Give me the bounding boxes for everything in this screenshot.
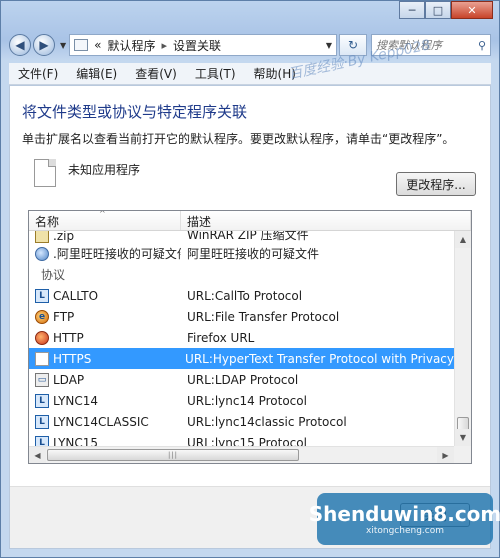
- control-panel-icon: [74, 39, 89, 51]
- list-item-description: URL:lync14classic Protocol: [187, 414, 347, 429]
- list-item-name: LYNC15: [53, 435, 99, 447]
- close-window-button[interactable]: ✕: [451, 1, 493, 19]
- list-item[interactable]: L LYNC14CLASSIC URL:lync14classic Protocol: [29, 411, 454, 432]
- scroll-down-icon[interactable]: ▼: [455, 429, 471, 446]
- menu-file[interactable]: 文件(F): [9, 65, 67, 82]
- list-item-name: LYNC14: [53, 393, 99, 408]
- search-icon[interactable]: ⚲: [478, 39, 486, 52]
- ldap-icon: ▭: [35, 372, 49, 387]
- recent-pages-dropdown[interactable]: ▼: [60, 41, 66, 50]
- horizontal-scroll-thumb[interactable]: |||: [47, 449, 299, 461]
- breadcrumb-default-programs[interactable]: 默认程序: [108, 37, 156, 54]
- list-item[interactable]: L CALLTO URL:CallTo Protocol: [29, 285, 454, 306]
- blank-file-icon: [35, 351, 49, 366]
- main-panel: 将文件类型或协议与特定程序关联 单击扩展名以查看当前打开它的默认程序。要更改默认…: [9, 85, 491, 549]
- breadcrumb-overflow[interactable]: «: [94, 38, 101, 52]
- horizontal-scrollbar[interactable]: ◀ ||| ▶: [29, 446, 454, 463]
- unknown-file-icon: [34, 159, 56, 187]
- current-program-label: 未知应用程序: [68, 163, 141, 177]
- group-header-protocols: 协议: [41, 268, 66, 282]
- scroll-right-icon[interactable]: ▶: [437, 447, 454, 463]
- list-item[interactable]: HTTP Firefox URL: [29, 327, 454, 348]
- list-item-description: URL:File Transfer Protocol: [187, 309, 340, 324]
- menu-tools[interactable]: 工具(T): [186, 65, 245, 82]
- page-title: 将文件类型或协议与特定程序关联: [22, 103, 248, 121]
- instruction-text: 单击扩展名以查看当前打开它的默认程序。要更改默认程序，请单击“更改程序”。: [22, 132, 455, 146]
- ftp-icon: e: [35, 309, 49, 324]
- list-item-name: LYNC14CLASSIC: [53, 414, 149, 429]
- list-header: ^ 名称 描述: [29, 211, 471, 231]
- lync-icon: L: [35, 288, 49, 303]
- vertical-scrollbar[interactable]: ▲ ▼: [454, 231, 471, 446]
- back-button[interactable]: ◀: [9, 34, 31, 56]
- maximize-button[interactable]: □: [425, 1, 451, 19]
- lync-icon: L: [35, 414, 49, 429]
- ali-icon: [35, 246, 49, 261]
- http-icon: [35, 330, 49, 345]
- forward-button[interactable]: ▶: [33, 34, 55, 56]
- lync-icon: L: [35, 393, 49, 408]
- breadcrumb-separator-icon[interactable]: ▸: [162, 39, 168, 52]
- menu-view[interactable]: 查看(V): [126, 65, 186, 82]
- list-item-name: FTP: [53, 309, 75, 324]
- zip-icon: [35, 231, 49, 243]
- site-logo: Shenduwin8.com xitongcheng.com: [309, 493, 500, 545]
- list-item-name: HTTP: [53, 330, 84, 345]
- breadcrumb-set-associations[interactable]: 设置关联: [173, 37, 221, 54]
- menu-bar: 文件(F) 编辑(E) 查看(V) 工具(T) 帮助(H): [9, 63, 491, 85]
- scrollbar-corner: [454, 446, 471, 463]
- address-bar[interactable]: « 默认程序 ▸ 设置关联 ▼: [69, 34, 337, 56]
- menu-edit[interactable]: 编辑(E): [67, 65, 126, 82]
- explorer-window: ─ □ ✕ ◀ ▶ ▼ « 默认程序 ▸ 设置关联 ▼ ↻ ⚲ 文件(F) 编辑…: [0, 0, 500, 558]
- list-item[interactable]: L LYNC14 URL:lync14 Protocol: [29, 390, 454, 411]
- arrow-left-icon: ◀: [15, 38, 25, 52]
- list-item[interactable]: HTTPS URL:HyperText Transfer Protocol wit…: [29, 348, 454, 369]
- list-item-description: URL:LDAP Protocol: [187, 372, 299, 387]
- sort-ascending-icon: ^: [99, 210, 106, 218]
- association-list[interactable]: ^ 名称 描述 .zip WinRAR ZIP 压缩文件 .阿里旺旺接收的可疑文…: [28, 210, 472, 464]
- list-item[interactable]: e FTP URL:File Transfer Protocol: [29, 306, 454, 327]
- list-item[interactable]: .阿里旺旺接收的可疑文件 阿里旺旺接收的可疑文件: [29, 243, 454, 264]
- scroll-up-icon[interactable]: ▲: [455, 231, 471, 248]
- minimize-button[interactable]: ─: [399, 1, 425, 19]
- list-item-name: CALLTO: [53, 288, 99, 303]
- change-program-button[interactable]: 更改程序...: [396, 172, 476, 196]
- list-item[interactable]: ▭ LDAP URL:LDAP Protocol: [29, 369, 454, 390]
- list-item-description: Firefox URL: [187, 330, 255, 345]
- list-body: .zip WinRAR ZIP 压缩文件 .阿里旺旺接收的可疑文件 阿里旺旺接收…: [29, 231, 454, 446]
- list-item[interactable]: L LYNC15 URL:lync15 Protocol: [29, 432, 454, 446]
- list-item-name: HTTPS: [53, 351, 92, 366]
- list-item[interactable]: .zip WinRAR ZIP 压缩文件: [29, 231, 454, 243]
- scroll-left-icon[interactable]: ◀: [29, 447, 46, 463]
- window-controls: ─ □ ✕: [399, 1, 493, 19]
- list-item-description: URL:lync14 Protocol: [187, 393, 307, 408]
- column-description[interactable]: 描述: [181, 211, 471, 230]
- column-name[interactable]: ^ 名称: [29, 211, 181, 230]
- arrow-right-icon: ▶: [39, 38, 49, 52]
- address-dropdown-icon[interactable]: ▼: [326, 41, 332, 50]
- list-item-description: URL:HyperText Transfer Protocol with Pri…: [185, 351, 454, 366]
- list-item-description: URL:lync15 Protocol: [187, 435, 307, 447]
- list-item-name: LDAP: [53, 372, 85, 387]
- list-item-description: URL:CallTo Protocol: [187, 288, 303, 303]
- lync-icon: L: [35, 435, 49, 446]
